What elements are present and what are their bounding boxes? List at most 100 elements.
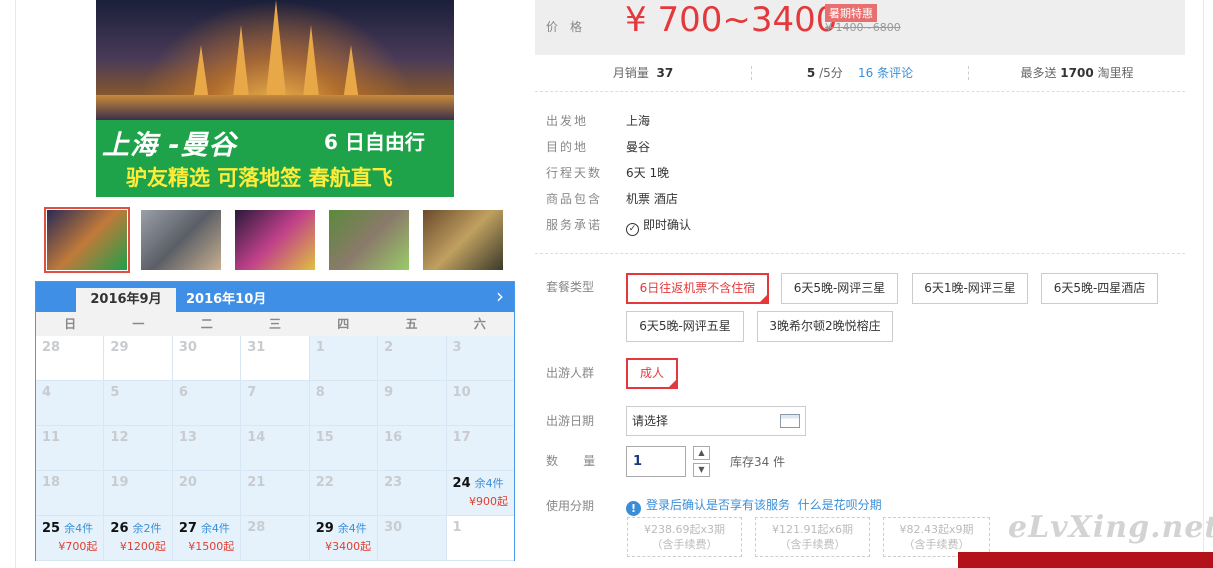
package-option-4[interactable]: 6天5晚-四星酒店: [1041, 273, 1158, 304]
day-number: 30: [384, 520, 403, 535]
package-option-5[interactable]: 6天5晚-网评五星: [626, 311, 744, 342]
calendar-day-cell: 8: [309, 381, 379, 426]
info-row: 目的地 曼谷: [546, 134, 691, 160]
day-number: 1: [452, 520, 462, 535]
check-circle-icon: ✓: [626, 223, 639, 236]
calendar-day-cell: 31: [241, 336, 310, 381]
quantity-input[interactable]: 1: [626, 446, 686, 477]
thumbnail-temple[interactable]: [44, 207, 130, 273]
day-number: 26: [110, 521, 129, 536]
day-price: ¥1500起: [188, 540, 235, 553]
info-label: 出发地: [546, 114, 589, 128]
quantity-up-icon[interactable]: ▲: [693, 446, 710, 460]
product-info: 出发地 上海 目的地 曼谷 行程天数 6天 1晚 商品包含 机票 酒店 服务承诺 ✓ 即时确认: [546, 108, 691, 238]
mileage-reward: 最多送 1700 淘里程: [1020, 66, 1134, 80]
day-number: 3: [452, 340, 462, 355]
day-number: 27: [178, 521, 197, 536]
day-price: ¥700起: [58, 540, 98, 553]
weekday-label: 三: [268, 317, 281, 331]
calendar-day-cell[interactable]: 26 余2件 ¥1200起: [104, 516, 173, 561]
installment-plan-6[interactable]: ¥121.91起x6期 （含手续费）: [755, 517, 870, 557]
day-price: ¥1200起: [119, 540, 166, 553]
reviews-link[interactable]: 16 条评论: [858, 66, 913, 80]
day-number: 7: [247, 385, 257, 400]
info-label: 目的地: [546, 140, 589, 154]
weekday-header: 日一二三四五六: [36, 312, 514, 336]
water-reflection: [96, 95, 454, 120]
day-number: 29: [110, 340, 129, 355]
info-label: 行程天数: [546, 166, 603, 180]
month-tab-october[interactable]: 2016年10月: [186, 288, 266, 312]
calendar-day-cell: 7: [241, 381, 310, 426]
month-tab-september[interactable]: 2016年9月: [76, 288, 176, 312]
quantity-down-icon[interactable]: ▼: [693, 463, 710, 477]
calendar-day-cell[interactable]: 29 余4件 ¥3400起: [309, 516, 379, 561]
day-number: 28: [247, 520, 266, 535]
group-option-adult[interactable]: 成人: [626, 358, 678, 389]
calendar-day-cell: 6: [172, 381, 242, 426]
day-number: 17: [452, 430, 471, 445]
weekday-label: 四: [337, 317, 350, 331]
day-number: 12: [110, 430, 129, 445]
main-product-image: 上海 -曼谷 6 日自由行 驴友精选 可落地签 春航直飞: [96, 0, 454, 197]
day-number: 21: [247, 475, 266, 490]
day-number: 23: [384, 475, 403, 490]
stats-bar: 月销量 37 5 /5分 16 条评论 最多送 1700 淘里程: [535, 60, 1185, 92]
banner-tagline: 驴友精选 可落地签 春航直飞: [126, 166, 393, 190]
day-number: 30: [178, 340, 197, 355]
info-value: 6天 1晚: [626, 166, 670, 180]
what-is-huabei-link[interactable]: 什么是花呗分期: [798, 498, 882, 512]
monthly-sales: 月销量 37: [612, 66, 674, 80]
thumbnail-floating-market[interactable]: [423, 210, 503, 270]
weekday-label: 二: [200, 317, 213, 331]
thumbnail-night-street[interactable]: [235, 210, 315, 270]
calendar-week-row: 25 余4件 ¥700起 26 余2件 ¥1200起 27 余4件 ¥1500起 28 29 余4件 ¥…: [36, 516, 514, 561]
installment-plan-9[interactable]: ¥82.43起x9期 （含手续费）: [883, 517, 990, 557]
calendar-icon[interactable]: [780, 414, 800, 428]
day-stock: 余4件: [200, 522, 230, 535]
calendar-day-cell: 12: [104, 426, 173, 471]
thumbnail-elephants[interactable]: [329, 210, 409, 270]
calendar-day-cell[interactable]: 24 余4件 ¥900起: [446, 471, 514, 516]
day-price: ¥3400起: [325, 540, 372, 553]
day-number: 14: [247, 430, 266, 445]
calendar-day-cell: 11: [36, 426, 105, 471]
banner-subtitle: 6 日自由行: [324, 130, 425, 154]
frame-border-right: [1203, 0, 1204, 568]
day-number: 19: [110, 475, 129, 490]
calendar-day-cell: 4: [36, 381, 105, 426]
day-number: 29: [315, 521, 334, 536]
thumbnail-dragon-statue[interactable]: [141, 210, 221, 270]
calendar-day-cell[interactable]: 25 余4件 ¥700起: [36, 516, 105, 561]
date-input[interactable]: 请选择: [626, 406, 806, 436]
next-month-arrow-icon[interactable]: ›: [496, 284, 504, 308]
calendar-day-cell: 30: [378, 516, 447, 561]
banner-title: 上海 -曼谷: [102, 130, 237, 161]
day-number: 31: [247, 340, 266, 355]
calendar-day-cell: 20: [172, 471, 242, 516]
package-option-6[interactable]: 3晚希尔顿2晚悦榕庄: [757, 311, 893, 342]
info-row: 商品包含 机票 酒店: [546, 186, 691, 212]
day-number: 8: [315, 385, 325, 400]
departure-calendar: 2016年9月 2016年10月 › 日一二三四五六 28 29 30 31 1 2 3 4 5…: [35, 281, 515, 561]
quantity-label: 数 量: [546, 454, 598, 468]
calendar-day-cell: 1: [309, 336, 379, 381]
group-label: 出游人群: [546, 366, 595, 380]
calendar-week-row: 4 5 6 7 8 9 10: [36, 381, 514, 426]
calendar-day-cell: 29: [104, 336, 173, 381]
calendar-day-cell: 28: [241, 516, 310, 561]
installment-plan-3[interactable]: ¥238.69起x3期 （含手续费）: [627, 517, 742, 557]
package-option-2[interactable]: 6天5晚-网评三星: [781, 273, 898, 304]
package-option-3[interactable]: 6天1晚-网评三星: [912, 273, 1028, 304]
package-option-1[interactable]: 6日往返机票不含住宿: [626, 273, 769, 304]
calendar-week-row: 11 12 13 14 15 16 17: [36, 426, 514, 471]
calendar-day-cell: 19: [104, 471, 173, 516]
calendar-day-cell[interactable]: 27 余4件 ¥1500起: [172, 516, 242, 561]
day-stock: 余4件: [474, 477, 504, 490]
calendar-day-cell: 22: [309, 471, 379, 516]
original-price: ¥ 1400~6800: [825, 21, 901, 34]
calendar-day-cell: 18: [36, 471, 105, 516]
calendar-day-cell: 16: [378, 426, 447, 471]
day-number: 13: [178, 430, 197, 445]
calendar-grid: 28 29 30 31 1 2 3 4 5 6 7 8 9 10 11 12 13 14 15 16 17 18 19 20 2…: [36, 336, 514, 561]
